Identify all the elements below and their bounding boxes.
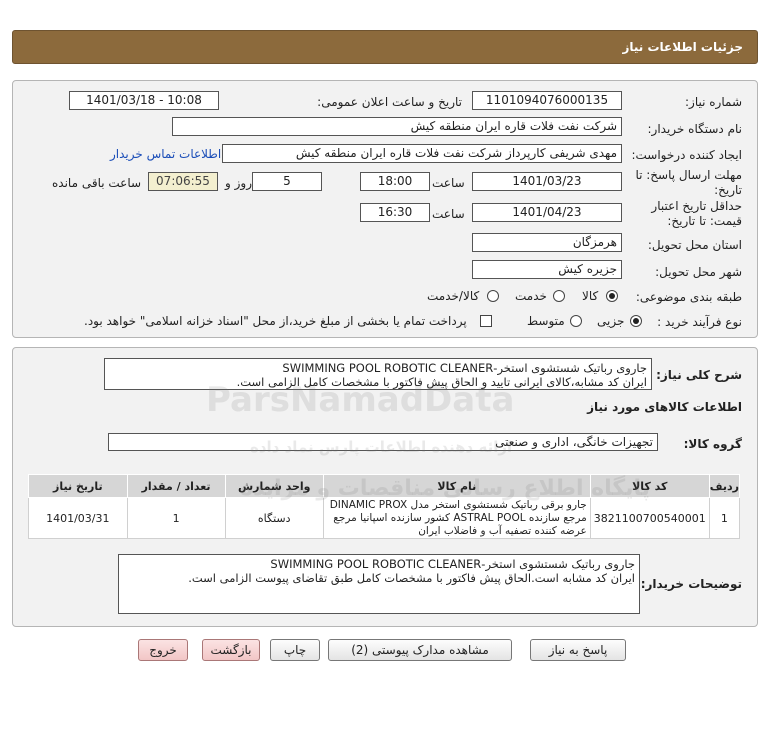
buyer-org-label: نام دستگاه خریدار: <box>647 122 743 136</box>
days-field: 5 <box>252 172 322 191</box>
buyer-notes-box: جاروی رباتیک شستشوی استخر-SWIMMING POOL … <box>118 554 640 614</box>
requester-field: مهدی شریفی کارپرداز شرکت نفت فلات قاره ا… <box>222 144 622 163</box>
col-row: ردیف <box>708 474 741 498</box>
cell-name-line-2: مرجع سازنده ASTRAL POOL کشور سازنده اسپا… <box>333 511 587 524</box>
col-date: تاریخ نیاز <box>28 474 128 498</box>
buyer-notes-line-1: جاروی رباتیک شستشوی استخر-SWIMMING POOL … <box>270 557 635 571</box>
exit-button[interactable]: خروج <box>138 639 188 661</box>
need-number-field: 1101094076000135 <box>472 91 622 110</box>
remaining-label: ساعت باقی مانده <box>52 176 142 190</box>
print-button[interactable]: چاپ <box>270 639 320 661</box>
reply-time-field: 18:00 <box>360 172 430 191</box>
cell-qty: 1 <box>126 497 226 539</box>
table-row: 1401/03/31 1 دستگاه جارو برقی رباتیک شست… <box>28 497 741 539</box>
table-header-row: تاریخ نیاز تعداد / مقدار واحد شمارش نام … <box>28 474 741 498</box>
category-label: طبقه بندی موضوعی: <box>635 290 742 304</box>
goods-group-label: گروه کالا: <box>683 437 742 451</box>
validity-time-label: ساعت <box>432 207 465 221</box>
announce-field: 1401/03/18 - 10:08 <box>69 91 219 110</box>
payment-note: پرداخت تمام یا بخشی از مبلغ خرید،از محل … <box>84 314 467 328</box>
cell-date: 1401/03/31 <box>28 497 128 539</box>
validity-date-field: 1401/04/23 <box>472 203 622 222</box>
process-minor-radio[interactable] <box>630 315 642 327</box>
page-title: جزئیات اطلاعات نیاز <box>622 40 743 54</box>
province-field: هرمزگان <box>472 233 622 252</box>
cell-name-line-3: عرضه کننده تصفیه آب و فاضلاب ایران <box>418 524 587 537</box>
treasury-checkbox[interactable] <box>480 315 492 327</box>
city-field: جزیره کیش <box>472 260 622 279</box>
col-name: نام کالا <box>322 474 591 498</box>
validity-text: حداقل تاریخ اعتبار قیمت: تا تاریخ: <box>651 199 742 228</box>
reply-deadline-label: مهلت ارسال پاسخ: تا تاریخ: <box>632 168 742 198</box>
city-label: شهر محل تحویل: <box>655 265 742 279</box>
category-goods-label: کالا <box>582 289 599 303</box>
reply-button[interactable]: پاسخ به نیاز <box>530 639 626 661</box>
summary-line-2: ایران کد مشابه،کالای ایرانی تایید و الحا… <box>236 375 647 389</box>
cell-row: 1 <box>708 497 741 539</box>
requester-label: ایجاد کننده درخواست: <box>631 148 742 162</box>
back-button[interactable]: بازگشت <box>202 639 260 661</box>
items-table: تاریخ نیاز تعداد / مقدار واحد شمارش نام … <box>28 474 741 539</box>
reply-time-label: ساعت <box>432 176 465 190</box>
cell-code: 3821100700540001 <box>589 497 710 539</box>
category-both-radio[interactable] <box>487 290 499 302</box>
cell-name: جارو برقی رباتیک شستشوی استخر مدل DINAMI… <box>322 497 591 539</box>
summary-box: جاروی رباتیک شستشوی استخر-SWIMMING POOL … <box>104 358 652 390</box>
page-header: جزئیات اطلاعات نیاز <box>12 30 758 64</box>
process-label: نوع فرآیند خرید : <box>657 315 742 329</box>
category-goods-radio[interactable] <box>606 290 618 302</box>
remaining-time-field: 07:06:55 <box>148 172 218 191</box>
validity-time-field: 16:30 <box>360 203 430 222</box>
attachments-button[interactable]: مشاهده مدارک پیوستی (2) <box>328 639 512 661</box>
category-both-label: کالا/خدمت <box>427 289 480 303</box>
days-label: روز و <box>225 176 252 190</box>
buyer-notes-line-2: ایران کد مشابه است.الحاق پیش فاکتور با م… <box>188 571 635 585</box>
reply-deadline-text: مهلت ارسال پاسخ: تا تاریخ: <box>635 168 742 197</box>
buyer-org-field: شرکت نفت فلات قاره ایران منطقه کیش <box>172 117 622 136</box>
category-service-radio[interactable] <box>553 290 565 302</box>
col-unit: واحد شمارش <box>224 474 324 498</box>
need-number-label: شماره نیاز: <box>685 95 742 109</box>
cell-unit: دستگاه <box>224 497 324 539</box>
goods-group-field: تجهیزات خانگی، اداری و صنعتی <box>108 433 658 451</box>
summary-line-1: جاروی رباتیک شستشوی استخر-SWIMMING POOL … <box>282 361 647 375</box>
announce-label: تاریخ و ساعت اعلان عمومی: <box>317 95 462 109</box>
province-label: استان محل تحویل: <box>647 238 742 252</box>
cell-name-line-1: جارو برقی رباتیک شستشوی استخر مدل DINAMI… <box>329 498 587 511</box>
buyer-notes-label: توضیحات خریدار: <box>640 577 742 591</box>
process-medium-radio[interactable] <box>570 315 582 327</box>
col-code: کد کالا <box>589 474 710 498</box>
category-service-label: خدمت <box>515 289 547 303</box>
validity-label: حداقل تاریخ اعتبار قیمت: تا تاریخ: <box>632 199 742 229</box>
process-minor-label: جزیی <box>597 314 625 328</box>
buyer-contact-link[interactable]: اطلاعات تماس خریدار <box>110 147 221 161</box>
col-qty: تعداد / مقدار <box>126 474 226 498</box>
goods-section-title: اطلاعات کالاهای مورد نیاز <box>587 400 742 414</box>
reply-date-field: 1401/03/23 <box>472 172 622 191</box>
process-medium-label: متوسط <box>527 314 565 328</box>
summary-label: شرح کلی نیاز: <box>656 368 742 382</box>
